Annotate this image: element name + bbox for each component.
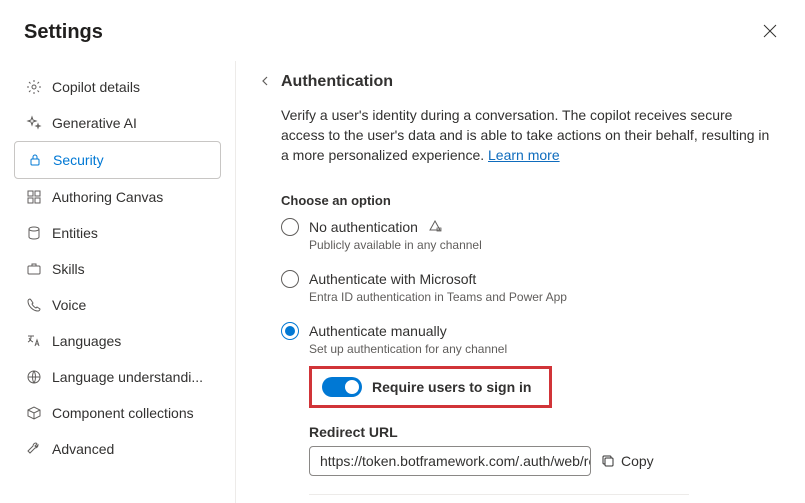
option-manual: Authenticate manually Set up authenticat… [281, 322, 777, 503]
redirect-url-section: Redirect URL https://token.botframework.… [309, 424, 777, 476]
auth-options: No authentication Publicly available in … [259, 218, 777, 503]
sidebar-item-label: Voice [52, 297, 86, 313]
sidebar-item-language-understanding[interactable]: Language understandi... [14, 359, 221, 395]
sidebar-item-authoring-canvas[interactable]: Authoring Canvas [14, 179, 221, 215]
sidebar-item-label: Copilot details [52, 79, 140, 95]
sparkle-icon [26, 115, 42, 131]
sidebar-item-label: Skills [52, 261, 85, 277]
close-icon [763, 24, 777, 38]
option-no-auth: No authentication Publicly available in … [281, 218, 777, 252]
sidebar-item-copilot-details[interactable]: Copilot details [14, 69, 221, 105]
gear-icon [26, 79, 42, 95]
settings-header: Settings [0, 0, 805, 61]
section-title: Authentication [281, 73, 393, 91]
sidebar-item-label: Languages [52, 333, 121, 349]
sidebar-item-label: Advanced [52, 441, 114, 457]
database-icon [26, 225, 42, 241]
copy-label: Copy [621, 453, 654, 469]
learn-more-link[interactable]: Learn more [488, 147, 560, 163]
phone-icon [26, 297, 42, 313]
sidebar-item-component-collections[interactable]: Component collections [14, 395, 221, 431]
chevron-left-icon [259, 75, 271, 87]
sidebar-item-label: Generative AI [52, 115, 137, 131]
sidebar-item-skills[interactable]: Skills [14, 251, 221, 287]
briefcase-icon [26, 261, 42, 277]
sidebar-item-entities[interactable]: Entities [14, 215, 221, 251]
sidebar-item-label: Component collections [52, 405, 194, 421]
require-signin-highlight: Require users to sign in [309, 366, 552, 408]
require-signin-label: Require users to sign in [372, 379, 531, 395]
globe-icon [26, 369, 42, 385]
sidebar-item-label: Language understandi... [52, 369, 203, 385]
copy-icon [601, 454, 615, 468]
option-microsoft: Authenticate with Microsoft Entra ID aut… [281, 270, 777, 304]
content-panel: Authentication Verify a user's identity … [235, 61, 805, 503]
sidebar-item-voice[interactable]: Voice [14, 287, 221, 323]
back-button[interactable] [259, 74, 271, 90]
box-icon [26, 405, 42, 421]
sidebar-item-advanced[interactable]: Advanced [14, 431, 221, 467]
main-layout: Copilot details Generative AI Security A… [0, 61, 805, 503]
settings-sidebar: Copilot details Generative AI Security A… [0, 61, 235, 503]
sidebar-item-label: Entities [52, 225, 98, 241]
translate-icon [26, 333, 42, 349]
radio-no-auth[interactable] [281, 218, 299, 236]
sidebar-item-label: Security [53, 152, 104, 168]
radio-manual[interactable] [281, 322, 299, 340]
close-button[interactable] [759, 20, 781, 45]
lock-icon [27, 152, 43, 168]
warning-icon [428, 219, 442, 236]
option-label: Authenticate manually [309, 323, 447, 339]
option-sublabel: Entra ID authentication in Teams and Pow… [309, 290, 777, 304]
sidebar-item-generative-ai[interactable]: Generative AI [14, 105, 221, 141]
section-description: Verify a user's identity during a conver… [259, 105, 777, 165]
page-title: Settings [24, 21, 103, 44]
sidebar-item-security[interactable]: Security [14, 141, 221, 179]
option-label: No authentication [309, 219, 418, 235]
divider [309, 494, 689, 495]
require-signin-toggle[interactable] [322, 377, 362, 397]
choose-option-label: Choose an option [259, 193, 777, 208]
option-sublabel: Set up authentication for any channel [309, 342, 777, 356]
vertical-divider [235, 61, 236, 503]
section-header: Authentication [259, 73, 777, 91]
option-sublabel: Publicly available in any channel [309, 238, 777, 252]
redirect-url-label: Redirect URL [309, 424, 777, 440]
sidebar-item-languages[interactable]: Languages [14, 323, 221, 359]
option-label: Authenticate with Microsoft [309, 271, 476, 287]
radio-microsoft[interactable] [281, 270, 299, 288]
wrench-icon [26, 441, 42, 457]
copy-button[interactable]: Copy [601, 453, 654, 469]
grid-icon [26, 189, 42, 205]
sidebar-item-label: Authoring Canvas [52, 189, 163, 205]
redirect-url-input[interactable]: https://token.botframework.com/.auth/web… [309, 446, 591, 476]
